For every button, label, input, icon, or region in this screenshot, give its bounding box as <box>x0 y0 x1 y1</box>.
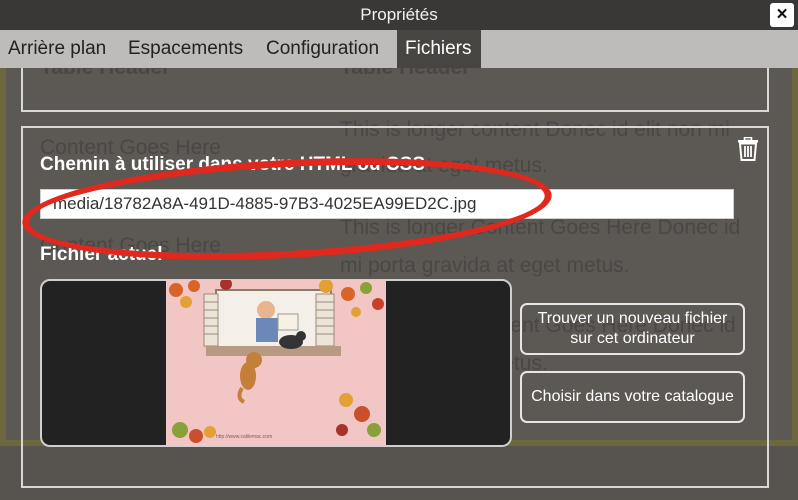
close-icon: × <box>776 4 788 25</box>
find-new-file-button[interactable]: Trouver un nouveau fichier sur cet ordin… <box>520 303 745 355</box>
path-input[interactable]: media/18782A8A-491D-4885-97B3-4025EA99ED… <box>40 189 734 219</box>
close-button[interactable]: × <box>770 3 794 27</box>
tab-arriere-plan[interactable]: Arrière plan <box>0 30 114 68</box>
path-label: Chemin à utiliser dans votre HTML ou CSS <box>40 154 425 175</box>
tab-fichiers[interactable]: Fichiers <box>397 30 481 68</box>
dialog-title: Propriétés <box>360 5 438 24</box>
dialog-top-panel <box>21 68 769 112</box>
tab-espacements[interactable]: Espacements <box>120 30 251 68</box>
thumb-caption: http://www.calilemac.com <box>216 434 272 440</box>
tab-configuration[interactable]: Configuration <box>258 30 387 68</box>
trash-icon[interactable] <box>737 137 759 161</box>
current-file-label: Fichier actuel <box>40 244 163 265</box>
preview-image: http://www.calilemac.com <box>166 280 386 446</box>
choose-from-catalog-button[interactable]: Choisir dans votre catalogue <box>520 371 745 423</box>
